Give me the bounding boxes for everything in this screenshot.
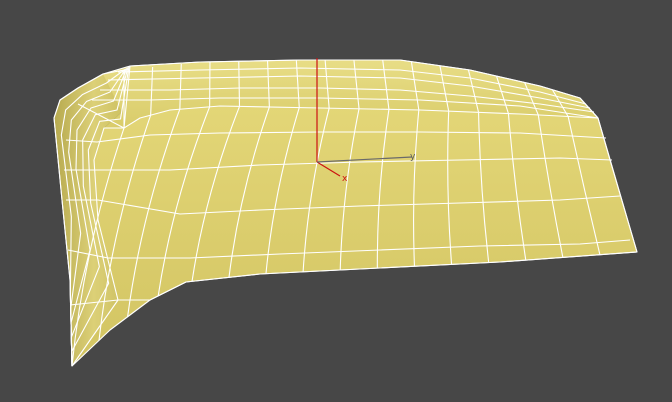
- surface-front: [72, 106, 637, 366]
- gizmo-y-label: y: [410, 152, 416, 162]
- gizmo-x-label: x: [342, 174, 348, 184]
- viewport-scene[interactable]: x y: [0, 0, 672, 402]
- viewport[interactable]: x y: [0, 0, 672, 402]
- wire-top-column-5: [238, 61, 241, 107]
